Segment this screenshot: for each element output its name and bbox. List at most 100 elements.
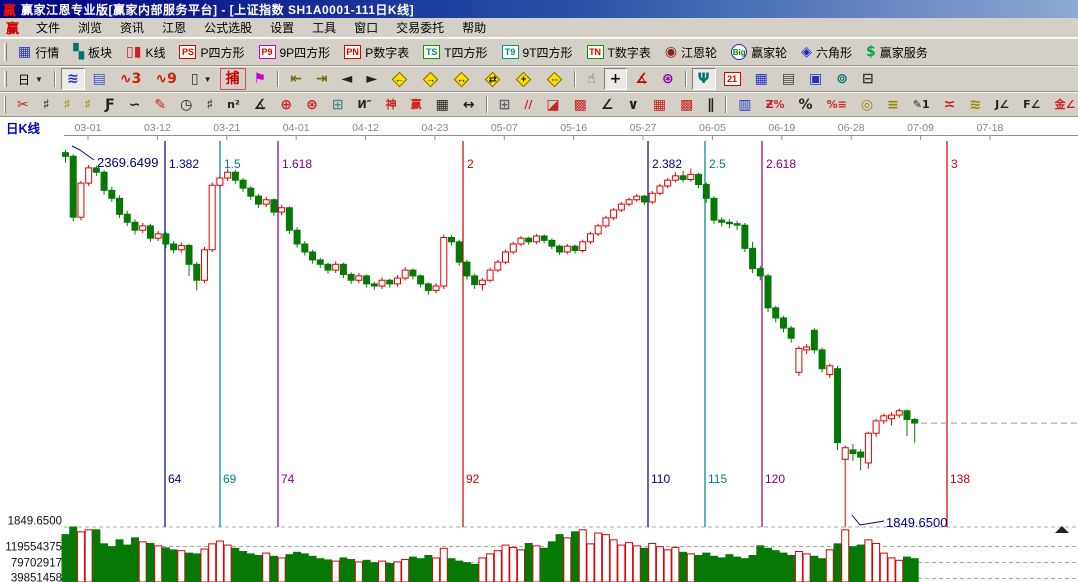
9p-square-button[interactable]: P99P四方形 [253,41,337,63]
menu-trade-order[interactable]: 交易委托 [387,19,453,37]
hand-tool-button[interactable]: ☝ [581,68,602,90]
gann-web-small-tool[interactable]: ⊛ [300,94,324,116]
kline-chart-canvas[interactable]: 日K线03-0103-1203-2104-0104-1204-2305-0705… [0,117,1078,582]
red-grid-tool[interactable]: ▦ [647,94,672,116]
ruler-ticks-tool[interactable]: ♯ [37,94,56,116]
fan-box-tool[interactable]: ◪ [540,94,565,116]
compress-horizontal-button[interactable]: ⇄ [478,68,507,90]
candle [171,244,177,250]
menu-gann[interactable]: 江恩 [153,19,195,37]
info-panel-button[interactable]: ▤ [87,68,112,90]
gann-bar-count-label: 69 [223,472,237,486]
first-bar-button[interactable]: ⇤ [284,68,308,90]
analysis-button[interactable]: Ψ [692,68,716,90]
quotes-button[interactable]: ▦行情 [12,41,65,63]
pen-one-tool[interactable]: ✎1 [907,94,936,116]
gann-wheel-button[interactable]: ◉江恩轮 [659,41,723,63]
menu-window[interactable]: 窗口 [345,19,387,37]
date-tick-label: 05-27 [630,122,657,134]
candle-style-button[interactable]: ▯▼ [185,68,218,90]
candle [472,276,478,285]
wave-marks-tool[interactable]: И″ [352,94,378,116]
curve-tool[interactable]: ∽ [123,94,147,116]
capture-button[interactable]: 捕 [220,68,246,90]
wave3-button[interactable]: ∿3 [114,68,147,90]
menu-help[interactable]: 帮助 [453,19,495,37]
percent-tool[interactable]: % [793,94,819,116]
menu-settings[interactable]: 设置 [261,19,303,37]
menu-formula-stock-pick[interactable]: 公式选股 [195,19,261,37]
gold-levels-tool[interactable]: ≡ [881,94,905,116]
sectors-button[interactable]: ▚板块 [67,41,118,63]
box-grid-tool[interactable]: ⊞ [493,94,517,116]
shen-tool[interactable]: 神 [380,94,403,116]
winner-service-button[interactable]: $赢家服务 [860,41,934,63]
time-circle-tool[interactable]: ◷ [174,94,198,116]
menu-file[interactable]: 文件 [27,19,69,37]
z-percent-tool[interactable]: Ƶ% [760,94,791,116]
prev-bar-button[interactable]: ◄ [336,68,359,90]
p-square-button[interactable]: PSP四方形 [173,41,250,63]
next-bar-button[interactable]: ► [360,68,383,90]
menu-news[interactable]: 资讯 [111,19,153,37]
percent-levels-tool[interactable]: %≡ [821,94,853,116]
zoom-in-button[interactable]: + [509,68,538,90]
pan-left-button[interactable]: ← [385,68,414,90]
save-web-button[interactable]: ⊚ [830,68,854,90]
pan-right-button[interactable]: → [416,68,445,90]
f-angle-tool[interactable]: F∠ [1017,94,1046,116]
winner-wheel-button[interactable]: Big赢家轮 [725,41,793,63]
ruler-123-tool[interactable]: ▦ [430,94,455,116]
calculator-button[interactable]: ▦ [749,68,774,90]
angle-set-tool[interactable]: ∠ [595,94,620,116]
expand-horizontal-button[interactable]: ↔ [447,68,476,90]
menu-tools[interactable]: 工具 [303,19,345,37]
crosshair-button[interactable]: + [604,68,628,90]
gold-angle-tool[interactable]: 金∠ [1048,94,1078,116]
circle-cross-tool[interactable]: ⊕ [274,94,298,116]
gann-web-grid-tool[interactable]: ⊞ [326,94,350,116]
trend-view-button[interactable]: ≋ [61,68,85,90]
n-squared-tool[interactable]: n² [221,94,246,116]
calendar-button[interactable]: 21 [718,68,747,90]
p-table-button[interactable]: PNP数字表 [338,41,415,63]
ping-levels-tool[interactable]: ≍ [938,94,962,116]
gold-fan-tool[interactable]: ≋ [963,94,987,116]
fan-lines-tool[interactable]: ∕∕ [518,94,538,116]
t-square-button[interactable]: TST四方形 [417,41,493,63]
f-ruler-tool[interactable]: Ƒ [99,94,121,116]
ying-tool[interactable]: 赢 [405,94,428,116]
menu-browse[interactable]: 浏览 [69,19,111,37]
ruler-plain-tool[interactable]: ♯ [200,94,219,116]
t-table-button[interactable]: TNT数字表 [581,41,657,63]
knife-tool[interactable]: ✂ [11,94,35,116]
axis-value-label: 39851458 [11,573,62,582]
candle [904,411,910,420]
print-button[interactable]: ⊟ [856,68,880,90]
gold-ruler-a-tool[interactable]: ♯ [58,94,77,116]
last-bar-button[interactable]: ⇥ [310,68,334,90]
angle-pen-tool[interactable]: ∡ [248,94,273,116]
j-angle-tool[interactable]: J∠ [989,94,1015,116]
kline-button[interactable]: ▯▮K线 [120,41,171,63]
notes-button[interactable]: ▤ [776,68,801,90]
period-day-button[interactable]: 日▼ [12,68,49,90]
zoom-out-button[interactable]: ⇔ [540,68,569,90]
zigzag-tool[interactable]: ∨ [621,94,644,116]
web-box-tool[interactable]: ▩ [568,94,593,116]
red-blue-grid-tool[interactable]: ▩ [674,94,699,116]
9t-square-button[interactable]: T99T四方形 [496,41,579,63]
angle-tool-button[interactable]: ∡ [629,68,654,90]
wave9-button[interactable]: ∿9 [149,68,182,90]
hexagon-button[interactable]: ◈六角形 [795,41,858,63]
column-stats-tool[interactable]: ▥ [732,94,757,116]
span-measure-tool[interactable]: ↔ [457,94,481,116]
gann-web-button[interactable]: ⊛ [656,68,680,90]
save-button[interactable]: ▣ [803,68,828,90]
chart-area[interactable]: 日K线03-0103-1203-2104-0104-1204-2305-0705… [0,117,1078,582]
pen-tool[interactable]: ✎ [148,94,172,116]
gold-ruler-b-tool[interactable]: ♯ [78,94,97,116]
gold-circle-tool[interactable]: ◎ [855,94,879,116]
signal-flag-button[interactable]: ⚑ [248,68,273,90]
parallel-lines-tool[interactable]: ∥ [701,94,720,116]
